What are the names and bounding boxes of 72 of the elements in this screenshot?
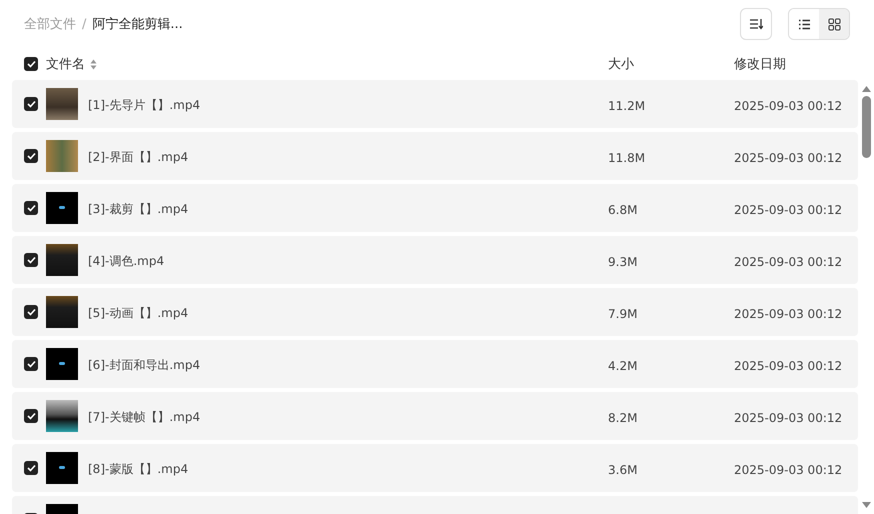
row-checkbox[interactable] <box>24 149 38 163</box>
file-name: [6]-封面和导出.mp4 <box>88 358 200 372</box>
check-icon <box>26 60 36 68</box>
file-name: [8]-蒙版【】.mp4 <box>88 462 188 476</box>
select-all-checkbox[interactable] <box>24 57 38 71</box>
modified-date: 2025-09-03 00:12 <box>734 254 842 268</box>
check-icon <box>26 256 36 264</box>
file-name: [5]-动画【】.mp4 <box>88 306 188 320</box>
video-thumbnail <box>46 192 78 224</box>
modified-date: 2025-09-03 00:12 <box>734 150 842 164</box>
scroll-up-icon[interactable] <box>862 86 870 92</box>
file-size: 9.3M <box>608 254 638 268</box>
row-checkbox[interactable] <box>24 357 38 371</box>
scrollbar-thumb[interactable] <box>862 96 870 158</box>
row-checkbox[interactable] <box>24 253 38 267</box>
breadcrumb-separator: / <box>82 16 86 32</box>
file-size: 6.8M <box>608 202 638 216</box>
file-name: [7]-关键帧【】.mp4 <box>88 410 200 424</box>
file-size: 4.2M <box>608 358 638 372</box>
list-icon <box>798 18 810 30</box>
breadcrumb-item: 阿宁全能剪辑... <box>92 16 183 33</box>
file-name: [2]-界面【】.mp4 <box>88 150 188 164</box>
video-thumbnail <box>46 88 78 120</box>
grid-view-button[interactable] <box>819 9 849 39</box>
row-checkbox[interactable] <box>24 461 38 475</box>
sort-button[interactable] <box>740 8 772 40</box>
file-row[interactable]: [2]-界面【】.mp4 11.8M 2025-09-03 00:12 <box>12 132 858 180</box>
check-icon <box>26 152 36 160</box>
scroll-down-icon[interactable] <box>862 502 870 508</box>
modified-date: 2025-09-03 00:12 <box>734 202 842 216</box>
row-checkbox[interactable] <box>24 305 38 319</box>
check-icon <box>26 360 36 368</box>
video-thumbnail <box>46 400 78 432</box>
row-checkbox[interactable] <box>24 409 38 423</box>
modified-date: 2025-09-03 00:12 <box>734 410 842 424</box>
video-thumbnail <box>46 140 78 172</box>
file-size: 7.9M <box>608 306 638 320</box>
file-row[interactable]: [4]-调色.mp4 9.3M 2025-09-03 00:12 <box>12 236 858 284</box>
row-checkbox[interactable] <box>24 97 38 111</box>
check-icon <box>26 204 36 212</box>
file-row[interactable]: [3]-裁剪【】.mp4 6.8M 2025-09-03 00:12 <box>12 184 858 232</box>
file-row[interactable]: [7]-关键帧【】.mp4 8.2M 2025-09-03 00:12 <box>12 392 858 440</box>
file-name: [3]-裁剪【】.mp4 <box>88 202 188 216</box>
modified-date: 2025-09-03 00:12 <box>734 358 842 372</box>
video-thumbnail <box>46 348 78 380</box>
sort-icon <box>749 18 763 30</box>
file-row[interactable]: [5]-动画【】.mp4 7.9M 2025-09-03 00:12 <box>12 288 858 336</box>
check-icon <box>26 412 36 420</box>
modified-date: 2025-09-03 00:12 <box>734 98 842 112</box>
check-icon <box>26 100 36 108</box>
column-header: 大小 <box>608 57 634 72</box>
file-size: 11.8M <box>608 150 646 164</box>
file-size: 11.2M <box>608 98 646 112</box>
file-size: 8.2M <box>608 410 638 424</box>
column-header: 修改日期 <box>734 57 786 72</box>
file-name: [4]-调色.mp4 <box>88 254 164 268</box>
file-size: 3.6M <box>608 462 638 476</box>
check-icon <box>26 308 36 316</box>
modified-date: 2025-09-03 00:12 <box>734 306 842 320</box>
check-icon <box>26 464 36 472</box>
grid-icon <box>828 18 840 30</box>
file-name: [1]-先导片【】.mp4 <box>88 98 200 112</box>
video-thumbnail <box>46 296 78 328</box>
file-row[interactable]: [6]-封面和导出.mp4 4.2M 2025-09-03 00:12 <box>12 340 858 388</box>
sort-arrows-icon[interactable] <box>90 58 97 70</box>
modified-date: 2025-09-03 00:12 <box>734 462 842 476</box>
video-thumbnail <box>46 244 78 276</box>
file-row[interactable]: [8]-蒙版【】.mp4 3.6M 2025-09-03 00:12 <box>12 444 858 492</box>
column-header[interactable]: 文件名 <box>46 55 85 73</box>
file-row[interactable]: [1]-先导片【】.mp4 11.2M 2025-09-03 00:12 <box>12 80 858 128</box>
video-thumbnail <box>46 452 78 484</box>
row-checkbox[interactable] <box>24 201 38 215</box>
